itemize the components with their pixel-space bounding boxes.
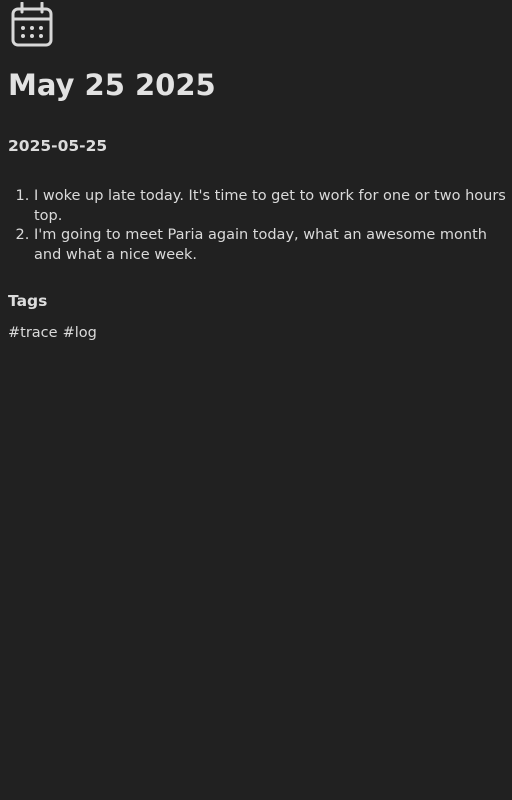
- tag-list: #trace #log: [8, 325, 97, 341]
- tag-trace[interactable]: #trace: [8, 325, 58, 341]
- list-item: I woke up late today. It's time to get t…: [34, 187, 508, 226]
- page-title: May 25 2025: [8, 68, 216, 102]
- journal-page: May 25 2025 2025-05-25 I woke up late to…: [0, 0, 512, 800]
- tags-heading: Tags: [8, 292, 48, 310]
- calendar-icon: [10, 2, 54, 48]
- tag-log[interactable]: #log: [63, 325, 97, 341]
- list-item: I'm going to meet Paria again today, wha…: [34, 226, 508, 265]
- entry-list: I woke up late today. It's time to get t…: [8, 187, 508, 265]
- entry-date-heading: 2025-05-25: [8, 137, 108, 155]
